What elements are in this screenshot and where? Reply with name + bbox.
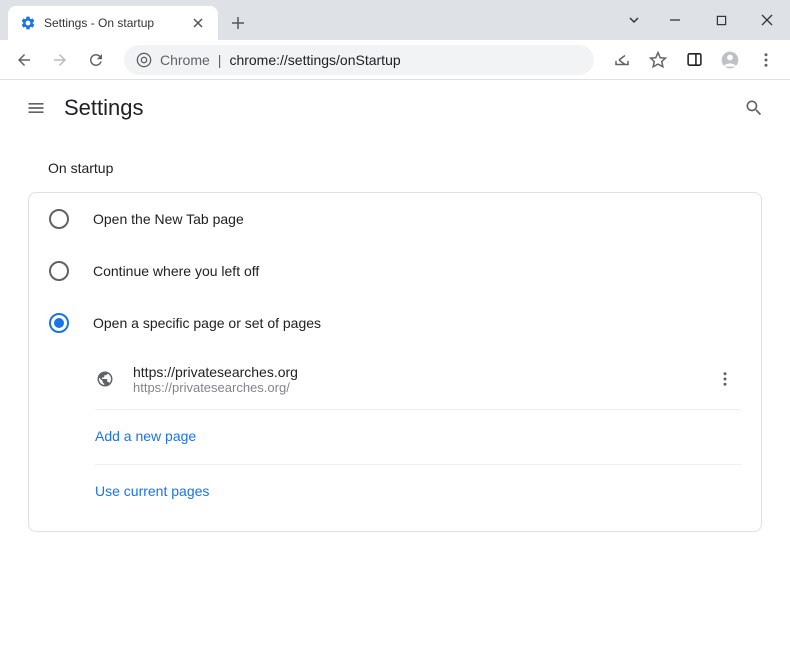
- chevron-down-icon[interactable]: [616, 5, 652, 35]
- radio-icon: [49, 261, 69, 281]
- radio-new-tab[interactable]: Open the New Tab page: [29, 193, 761, 245]
- address-bar[interactable]: Chrome | chrome://settings/onStartup: [124, 45, 594, 75]
- window-titlebar: Settings - On startup: [0, 0, 790, 40]
- more-icon[interactable]: [709, 363, 741, 395]
- page-title-text: https://privatesearches.org: [133, 364, 709, 380]
- back-button[interactable]: [8, 44, 40, 76]
- tab-title: Settings - On startup: [44, 16, 182, 30]
- radio-icon: [49, 209, 69, 229]
- radio-label: Continue where you left off: [93, 263, 259, 279]
- globe-icon: [95, 369, 115, 389]
- menu-icon[interactable]: [750, 44, 782, 76]
- radio-continue[interactable]: Continue where you left off: [29, 245, 761, 297]
- add-page-row: Add a new page: [95, 410, 741, 465]
- radio-specific-pages[interactable]: Open a specific page or set of pages: [29, 297, 761, 349]
- radio-icon: [49, 313, 69, 333]
- close-tab-icon[interactable]: [190, 15, 206, 31]
- radio-label: Open a specific page or set of pages: [93, 315, 321, 331]
- browser-toolbar: Chrome | chrome://settings/onStartup: [0, 40, 790, 80]
- gear-icon: [20, 15, 36, 31]
- share-icon[interactable]: [606, 44, 638, 76]
- address-label: Chrome: [160, 52, 210, 68]
- window-controls: [616, 0, 790, 40]
- close-window-button[interactable]: [744, 5, 790, 35]
- page-url-text: https://privatesearches.org/: [133, 380, 709, 395]
- radio-label: Open the New Tab page: [93, 211, 244, 227]
- pages-section: https://privatesearches.org https://priv…: [29, 349, 761, 531]
- chrome-icon: [136, 52, 152, 68]
- address-separator: |: [218, 52, 222, 68]
- maximize-button[interactable]: [698, 5, 744, 35]
- forward-button[interactable]: [44, 44, 76, 76]
- bookmark-icon[interactable]: [642, 44, 674, 76]
- add-page-link[interactable]: Add a new page: [95, 428, 196, 444]
- browser-tab[interactable]: Settings - On startup: [8, 6, 218, 40]
- search-icon[interactable]: [734, 88, 774, 128]
- use-current-link[interactable]: Use current pages: [95, 483, 209, 499]
- settings-content: On startup Open the New Tab page Continu…: [0, 136, 790, 532]
- side-panel-icon[interactable]: [678, 44, 710, 76]
- new-tab-button[interactable]: [224, 9, 252, 37]
- settings-header: Settings: [0, 80, 790, 136]
- minimize-button[interactable]: [652, 5, 698, 35]
- use-current-row: Use current pages: [95, 465, 741, 519]
- profile-icon[interactable]: [714, 44, 746, 76]
- address-url: chrome://settings/onStartup: [229, 52, 400, 68]
- section-title: On startup: [24, 136, 766, 192]
- page-title: Settings: [64, 95, 144, 121]
- hamburger-icon[interactable]: [16, 88, 56, 128]
- page-item: https://privatesearches.org https://priv…: [95, 349, 741, 410]
- page-info: https://privatesearches.org https://priv…: [133, 364, 709, 395]
- startup-card: Open the New Tab page Continue where you…: [28, 192, 762, 532]
- reload-button[interactable]: [80, 44, 112, 76]
